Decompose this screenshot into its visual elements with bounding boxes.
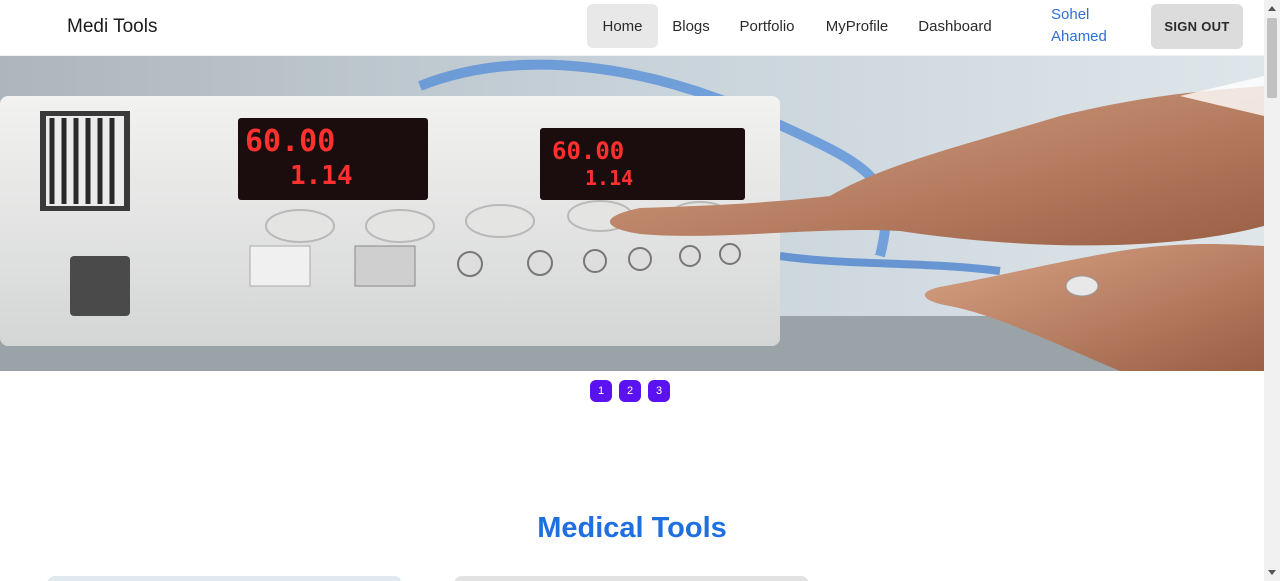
power-supply-photo: 60.00 1.14 60.00 1.14 xyxy=(0,56,1264,371)
carousel-indicators: 1 2 3 xyxy=(590,380,670,402)
nav-dashboard[interactable]: Dashboard xyxy=(911,4,999,48)
carousel-indicator-1[interactable]: 1 xyxy=(590,380,612,402)
ring xyxy=(1065,275,1099,297)
nav-home[interactable]: Home xyxy=(587,4,658,48)
nav-portfolio[interactable]: Portfolio xyxy=(731,4,803,48)
product-card-2[interactable] xyxy=(454,576,809,581)
display-top-left: 60.00 xyxy=(245,124,335,159)
scroll-up-icon[interactable] xyxy=(1268,6,1276,11)
product-card-1[interactable] xyxy=(47,576,402,581)
user-name-link[interactable]: Sohel Ahamed xyxy=(1051,4,1115,48)
scroll-down-icon[interactable] xyxy=(1268,570,1276,575)
scrollbar-thumb[interactable] xyxy=(1267,18,1277,98)
hero-carousel-image: 60.00 1.14 60.00 1.14 xyxy=(0,56,1264,371)
nav-myprofile[interactable]: MyProfile xyxy=(817,4,897,48)
carousel-indicator-3[interactable]: 3 xyxy=(648,380,670,402)
navbar: Medi Tools Home Blogs Portfolio MyProfil… xyxy=(0,0,1264,56)
carousel-indicator-2[interactable]: 2 xyxy=(619,380,641,402)
sign-out-button[interactable]: SIGN OUT xyxy=(1151,4,1243,49)
display-top-right: 60.00 xyxy=(552,137,624,165)
brand-logo[interactable]: Medi Tools xyxy=(67,16,157,38)
display-bottom-left: 1.14 xyxy=(290,161,353,191)
display-bottom-right: 1.14 xyxy=(585,166,633,190)
section-title: Medical Tools xyxy=(537,512,727,544)
nav-blogs[interactable]: Blogs xyxy=(665,4,717,48)
page-scrollbar[interactable] xyxy=(1264,0,1280,581)
